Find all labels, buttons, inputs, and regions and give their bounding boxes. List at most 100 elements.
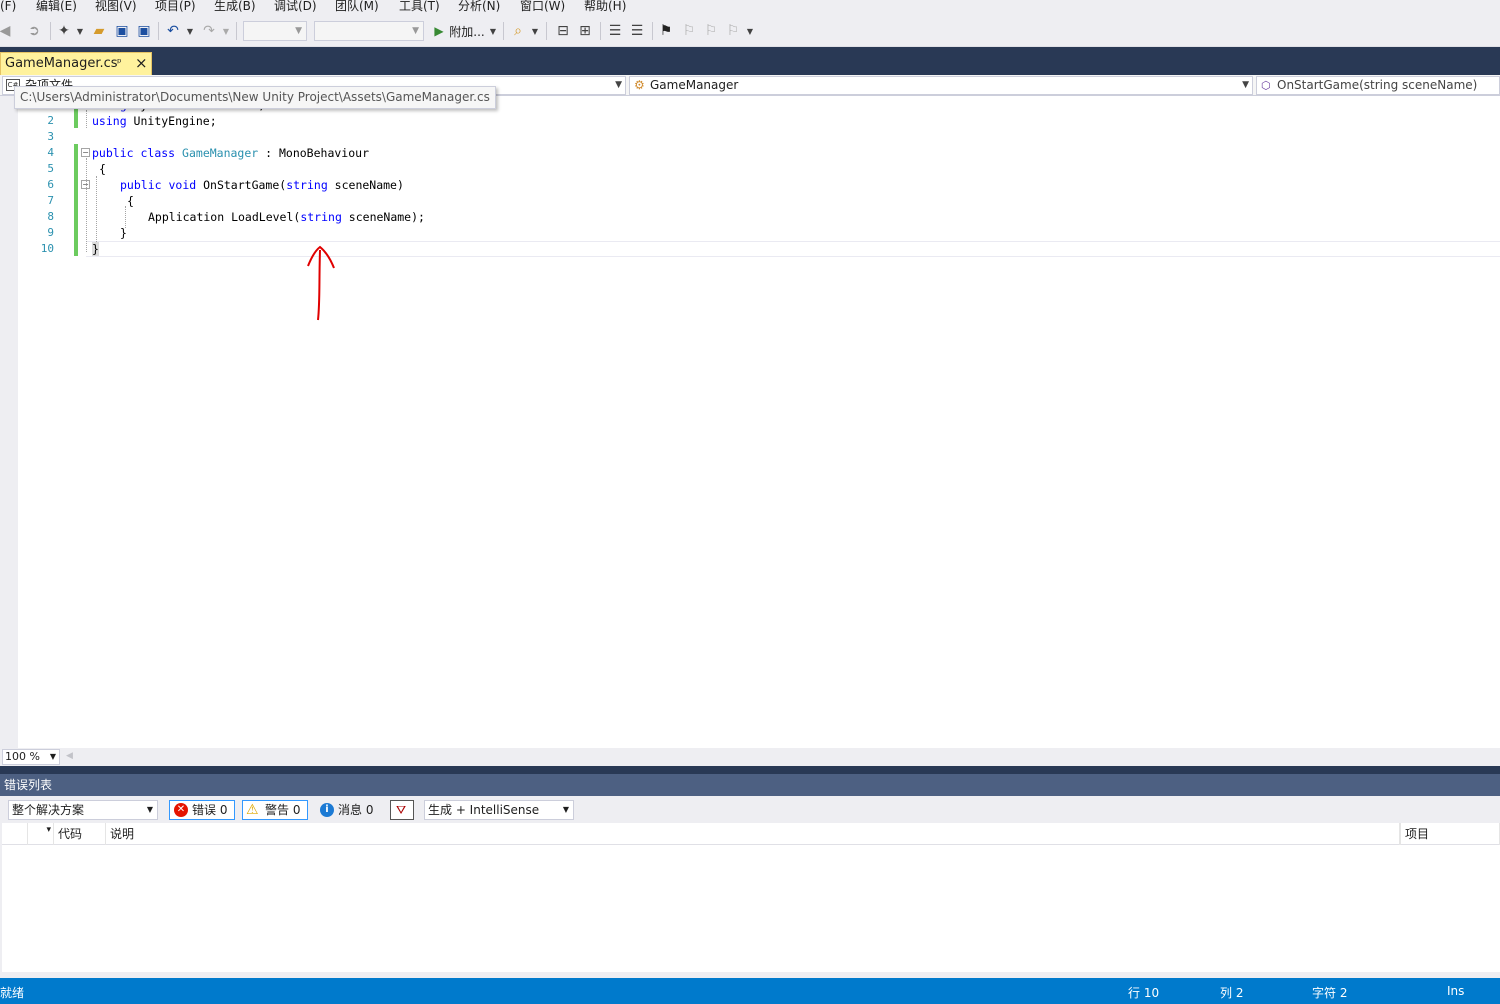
code-editor[interactable]: 1 2 3 4 5 6 7 8 9 10 − − − using System.…: [0, 86, 1500, 748]
menu-help[interactable]: 帮助(H): [584, 0, 626, 14]
column-header-description[interactable]: 说明: [106, 823, 1400, 845]
tab-title: GameManager.cs: [5, 56, 118, 71]
keyword: class: [140, 146, 176, 160]
chevron-down-icon[interactable]: ▼: [530, 21, 540, 41]
keyword: using: [92, 114, 127, 128]
scroll-left-icon[interactable]: ◀: [66, 751, 73, 761]
pin-icon[interactable]: ᵖ: [117, 56, 122, 69]
change-bar: [74, 144, 78, 256]
column-header-code[interactable]: 代码: [54, 823, 106, 845]
error-icon: ✕: [174, 803, 188, 817]
menu-window[interactable]: 窗口(W): [520, 0, 565, 14]
keyword: string: [286, 178, 328, 192]
status-insert-mode: Ins: [1447, 984, 1465, 998]
current-line-highlight: [86, 241, 1500, 257]
open-file-icon[interactable]: ▰: [90, 21, 108, 41]
attach-button[interactable]: 附加...: [449, 21, 485, 41]
chevron-down-icon[interactable]: ▼: [75, 21, 85, 41]
toolbar-separator: [546, 22, 547, 40]
close-icon[interactable]: ×: [135, 54, 148, 72]
chevron-down-icon: ▼: [295, 26, 302, 36]
keyword: public: [120, 178, 162, 192]
menu-file[interactable]: (F): [0, 0, 16, 14]
menu-debug[interactable]: 调试(D): [274, 0, 317, 14]
annotation-arrow-icon: [307, 245, 335, 321]
solution-config-select[interactable]: ▼: [243, 21, 307, 41]
next-bookmark-icon[interactable]: ⚐: [702, 21, 720, 41]
save-icon[interactable]: ▣: [114, 21, 130, 41]
scope-value: 整个解决方案: [12, 803, 85, 817]
new-project-icon[interactable]: ✦: [56, 21, 72, 41]
outdent-icon[interactable]: ☰: [606, 21, 624, 41]
redo-icon[interactable]: ↷: [200, 21, 218, 41]
code-line-9: }: [120, 225, 127, 241]
parameter-info-icon[interactable]: ⊞: [576, 21, 594, 41]
editor-left-margin: [0, 96, 18, 748]
keyword: public: [92, 146, 134, 160]
chevron-down-icon[interactable]: ▼: [221, 21, 231, 41]
zoom-select[interactable]: 100 % ▼: [2, 749, 60, 765]
messages-filter-button[interactable]: i 消息 0: [315, 800, 381, 820]
solution-platform-select[interactable]: ▼: [314, 21, 424, 41]
play-icon[interactable]: ▶: [432, 21, 446, 41]
zoom-level: 100 %: [5, 750, 40, 763]
line-number: 5: [47, 162, 54, 175]
chevron-down-icon: ▼: [49, 752, 56, 761]
warning-icon: ⚠: [246, 802, 259, 818]
column-header-project[interactable]: 项目: [1400, 823, 1500, 845]
filter-button[interactable]: ⛛: [390, 800, 414, 820]
chevron-down-icon[interactable]: ▼: [745, 21, 755, 41]
class-name: GameManager: [650, 78, 739, 92]
errors-filter-button[interactable]: ✕ 错误 0: [169, 800, 235, 820]
sort-icon[interactable]: ▾: [28, 823, 54, 845]
menu-team[interactable]: 团队(M): [335, 0, 379, 14]
code-line-8: Application LoadLevel(string sceneName);: [148, 209, 425, 225]
code-text: {: [126, 194, 134, 208]
member-dropdown[interactable]: ⬡ OnStartGame(string sceneName): [1256, 76, 1500, 95]
tab-gamemanager-cs[interactable]: GameManager.cs ᵖ ×: [0, 52, 152, 75]
method-icon: ⬡: [1261, 79, 1271, 92]
code-text: Application LoadLevel(: [148, 210, 301, 224]
scope-select[interactable]: 整个解决方案 ▼: [8, 800, 158, 820]
menu-tools[interactable]: 工具(T): [399, 0, 440, 14]
back-icon[interactable]: ◀: [0, 21, 10, 41]
source-select[interactable]: 生成 + IntelliSense ▼: [424, 800, 574, 820]
menu-build[interactable]: 生成(B): [214, 0, 256, 14]
prev-bookmark-icon[interactable]: ⚐: [680, 21, 698, 41]
toolbar-separator: [50, 22, 51, 40]
code-text: }: [120, 226, 127, 240]
menu-view[interactable]: 视图(V): [95, 0, 137, 14]
menu-edit[interactable]: 编辑(E): [36, 0, 77, 14]
quick-info-icon[interactable]: ⊟: [554, 21, 572, 41]
save-all-icon[interactable]: ▣: [135, 21, 153, 41]
code-text: {: [98, 162, 106, 176]
column-header-spacer: [2, 823, 28, 845]
toolbar-separator: [236, 22, 237, 40]
toolbar-separator: [158, 22, 159, 40]
toolbar-separator: [503, 22, 504, 40]
outline-guide: [86, 158, 87, 252]
menu-project[interactable]: 项目(P): [155, 0, 196, 14]
menu-analyze[interactable]: 分析(N): [458, 0, 500, 14]
status-line: 行 10: [1128, 986, 1160, 1000]
find-in-files-icon[interactable]: ⌕: [509, 21, 527, 41]
panel-splitter[interactable]: [0, 766, 1500, 774]
undo-icon[interactable]: ↶: [164, 21, 182, 41]
keyword: string: [300, 210, 342, 224]
chevron-down-icon[interactable]: ▼: [488, 21, 498, 41]
class-dropdown[interactable]: ⚙ GameManager ▼: [629, 76, 1253, 95]
bookmark-icon[interactable]: ⚑: [658, 21, 674, 41]
chevron-down-icon[interactable]: ▼: [185, 21, 195, 41]
outline-guide: [86, 110, 87, 128]
forward-icon[interactable]: ➲: [26, 21, 42, 41]
chevron-down-icon: ▼: [412, 26, 419, 36]
code-line-4: public class GameManager : MonoBehaviour: [92, 145, 369, 161]
toolbar-separator: [600, 22, 601, 40]
collapse-icon[interactable]: −: [81, 148, 90, 157]
chevron-down-icon: ▼: [562, 805, 569, 814]
warnings-filter-button[interactable]: ⚠ 警告 0: [242, 800, 308, 820]
document-tab-strip: GameManager.cs ᵖ ×: [0, 47, 1500, 75]
toolbar-separator: [652, 22, 653, 40]
clear-bookmarks-icon[interactable]: ⚐: [724, 21, 742, 41]
indent-icon[interactable]: ☰: [628, 21, 646, 41]
